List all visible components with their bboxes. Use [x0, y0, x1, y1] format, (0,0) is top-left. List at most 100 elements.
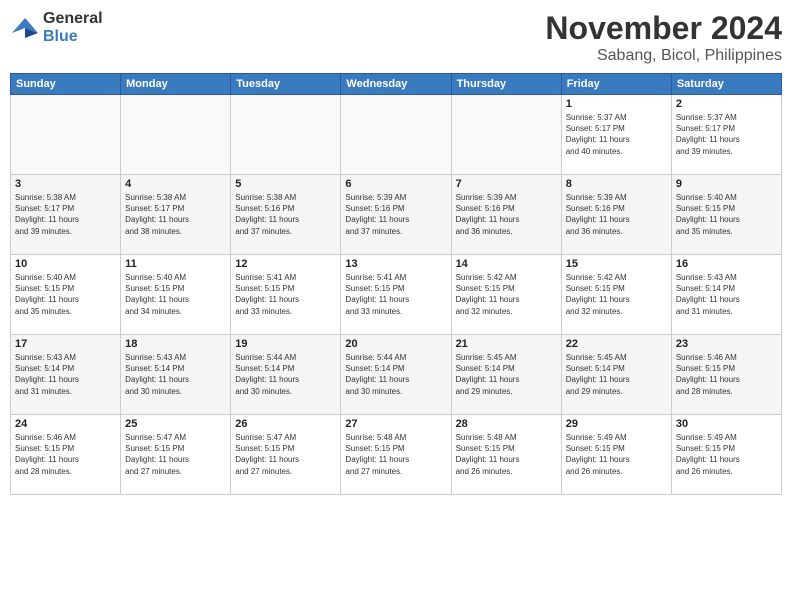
- day-number: 2: [676, 98, 777, 110]
- calendar-week-1: 1 Sunrise: 5:37 AM Sunset: 5:17 PM Daylig…: [11, 95, 782, 175]
- day-number: 18: [125, 338, 226, 350]
- day-detail: Sunrise: 5:46 AM Sunset: 5:15 PM Dayligh…: [15, 432, 116, 477]
- day-number: 5: [235, 178, 336, 190]
- calendar-week-2: 3 Sunrise: 5:38 AM Sunset: 5:17 PM Daylig…: [11, 175, 782, 255]
- day-number: 16: [676, 258, 777, 270]
- calendar-cell: 8 Sunrise: 5:39 AM Sunset: 5:16 PM Daylig…: [561, 175, 671, 255]
- day-detail: Sunrise: 5:46 AM Sunset: 5:15 PM Dayligh…: [676, 352, 777, 397]
- day-number: 14: [456, 258, 557, 270]
- day-detail: Sunrise: 5:48 AM Sunset: 5:15 PM Dayligh…: [345, 432, 446, 477]
- day-number: 11: [125, 258, 226, 270]
- calendar-cell: 6 Sunrise: 5:39 AM Sunset: 5:16 PM Daylig…: [341, 175, 451, 255]
- logo-icon: [10, 13, 40, 43]
- day-detail: Sunrise: 5:40 AM Sunset: 5:15 PM Dayligh…: [125, 272, 226, 317]
- day-number: 8: [566, 178, 667, 190]
- day-detail: Sunrise: 5:45 AM Sunset: 5:14 PM Dayligh…: [456, 352, 557, 397]
- day-detail: Sunrise: 5:48 AM Sunset: 5:15 PM Dayligh…: [456, 432, 557, 477]
- col-friday: Friday: [561, 74, 671, 95]
- calendar: Sunday Monday Tuesday Wednesday Thursday…: [10, 73, 782, 495]
- day-number: 13: [345, 258, 446, 270]
- day-number: 9: [676, 178, 777, 190]
- day-detail: Sunrise: 5:38 AM Sunset: 5:17 PM Dayligh…: [125, 192, 226, 237]
- calendar-cell: 4 Sunrise: 5:38 AM Sunset: 5:17 PM Daylig…: [121, 175, 231, 255]
- day-detail: Sunrise: 5:40 AM Sunset: 5:15 PM Dayligh…: [15, 272, 116, 317]
- calendar-cell: 14 Sunrise: 5:42 AM Sunset: 5:15 PM Dayli…: [451, 255, 561, 335]
- calendar-cell: 2Sunrise: 5:37 AM Sunset: 5:17 PM Daylig…: [671, 95, 781, 175]
- day-number: 1: [566, 98, 667, 110]
- calendar-header-row: Sunday Monday Tuesday Wednesday Thursday…: [11, 74, 782, 95]
- day-number: 22: [566, 338, 667, 350]
- calendar-cell: 17 Sunrise: 5:43 AM Sunset: 5:14 PM Dayli…: [11, 335, 121, 415]
- day-number: 25: [125, 418, 226, 430]
- day-detail: Sunrise: 5:42 AM Sunset: 5:15 PM Dayligh…: [566, 272, 667, 317]
- day-number: 30: [676, 418, 777, 430]
- day-number: 28: [456, 418, 557, 430]
- calendar-cell: 29 Sunrise: 5:49 AM Sunset: 5:15 PM Dayli…: [561, 415, 671, 495]
- calendar-cell: 21 Sunrise: 5:45 AM Sunset: 5:14 PM Dayli…: [451, 335, 561, 415]
- col-tuesday: Tuesday: [231, 74, 341, 95]
- day-detail: Sunrise: 5:39 AM Sunset: 5:16 PM Dayligh…: [566, 192, 667, 237]
- calendar-cell: 26Sunrise: 5:47 AM Sunset: 5:15 PM Dayli…: [231, 415, 341, 495]
- calendar-cell: 28 Sunrise: 5:48 AM Sunset: 5:15 PM Dayli…: [451, 415, 561, 495]
- day-detail: Sunrise: 5:42 AM Sunset: 5:15 PM Dayligh…: [456, 272, 557, 317]
- day-number: 15: [566, 258, 667, 270]
- calendar-cell: 10Sunrise: 5:40 AM Sunset: 5:15 PM Dayli…: [11, 255, 121, 335]
- day-detail: Sunrise: 5:37 AM Sunset: 5:17 PM Dayligh…: [566, 112, 667, 157]
- day-detail: Sunrise: 5:47 AM Sunset: 5:15 PM Dayligh…: [235, 432, 336, 477]
- calendar-week-5: 24 Sunrise: 5:46 AM Sunset: 5:15 PM Dayli…: [11, 415, 782, 495]
- calendar-cell: 24 Sunrise: 5:46 AM Sunset: 5:15 PM Dayli…: [11, 415, 121, 495]
- day-detail: Sunrise: 5:47 AM Sunset: 5:15 PM Dayligh…: [125, 432, 226, 477]
- calendar-cell: 9 Sunrise: 5:40 AM Sunset: 5:15 PM Daylig…: [671, 175, 781, 255]
- calendar-cell: 27 Sunrise: 5:48 AM Sunset: 5:15 PM Dayli…: [341, 415, 451, 495]
- day-number: 23: [676, 338, 777, 350]
- calendar-cell: 18 Sunrise: 5:43 AM Sunset: 5:14 PM Dayli…: [121, 335, 231, 415]
- day-number: 20: [345, 338, 446, 350]
- subtitle: Sabang, Bicol, Philippines: [545, 47, 782, 65]
- day-number: 24: [15, 418, 116, 430]
- calendar-cell: 22Sunrise: 5:45 AM Sunset: 5:14 PM Dayli…: [561, 335, 671, 415]
- calendar-week-3: 10Sunrise: 5:40 AM Sunset: 5:15 PM Dayli…: [11, 255, 782, 335]
- day-number: 4: [125, 178, 226, 190]
- col-monday: Monday: [121, 74, 231, 95]
- calendar-cell: 15 Sunrise: 5:42 AM Sunset: 5:15 PM Dayli…: [561, 255, 671, 335]
- calendar-cell: 20Sunrise: 5:44 AM Sunset: 5:14 PM Dayli…: [341, 335, 451, 415]
- logo-name: General Blue: [10, 10, 103, 46]
- day-number: 17: [15, 338, 116, 350]
- calendar-cell: 3Sunrise: 5:38 AM Sunset: 5:17 PM Daylig…: [11, 175, 121, 255]
- day-detail: Sunrise: 5:39 AM Sunset: 5:16 PM Dayligh…: [345, 192, 446, 237]
- calendar-cell: 11 Sunrise: 5:40 AM Sunset: 5:15 PM Dayli…: [121, 255, 231, 335]
- calendar-cell: [11, 95, 121, 175]
- col-thursday: Thursday: [451, 74, 561, 95]
- calendar-cell: [341, 95, 451, 175]
- calendar-cell: 30 Sunrise: 5:49 AM Sunset: 5:15 PM Dayli…: [671, 415, 781, 495]
- day-detail: Sunrise: 5:49 AM Sunset: 5:15 PM Dayligh…: [566, 432, 667, 477]
- day-number: 29: [566, 418, 667, 430]
- main-title: November 2024: [545, 10, 782, 47]
- day-detail: Sunrise: 5:38 AM Sunset: 5:16 PM Dayligh…: [235, 192, 336, 237]
- day-detail: Sunrise: 5:43 AM Sunset: 5:14 PM Dayligh…: [125, 352, 226, 397]
- title-block: November 2024 Sabang, Bicol, Philippines: [545, 10, 782, 65]
- day-detail: Sunrise: 5:41 AM Sunset: 5:15 PM Dayligh…: [235, 272, 336, 317]
- logo: General Blue: [10, 10, 103, 46]
- col-saturday: Saturday: [671, 74, 781, 95]
- day-detail: Sunrise: 5:41 AM Sunset: 5:15 PM Dayligh…: [345, 272, 446, 317]
- calendar-cell: 13 Sunrise: 5:41 AM Sunset: 5:15 PM Dayli…: [341, 255, 451, 335]
- day-detail: Sunrise: 5:40 AM Sunset: 5:15 PM Dayligh…: [676, 192, 777, 237]
- calendar-cell: 25 Sunrise: 5:47 AM Sunset: 5:15 PM Dayli…: [121, 415, 231, 495]
- calendar-week-4: 17 Sunrise: 5:43 AM Sunset: 5:14 PM Dayli…: [11, 335, 782, 415]
- day-number: 19: [235, 338, 336, 350]
- calendar-cell: 16Sunrise: 5:43 AM Sunset: 5:14 PM Dayli…: [671, 255, 781, 335]
- day-number: 3: [15, 178, 116, 190]
- col-sunday: Sunday: [11, 74, 121, 95]
- calendar-cell: [231, 95, 341, 175]
- day-number: 7: [456, 178, 557, 190]
- col-wednesday: Wednesday: [341, 74, 451, 95]
- calendar-cell: 1 Sunrise: 5:37 AM Sunset: 5:17 PM Daylig…: [561, 95, 671, 175]
- day-number: 12: [235, 258, 336, 270]
- day-detail: Sunrise: 5:49 AM Sunset: 5:15 PM Dayligh…: [676, 432, 777, 477]
- day-number: 27: [345, 418, 446, 430]
- calendar-cell: 7Sunrise: 5:39 AM Sunset: 5:16 PM Daylig…: [451, 175, 561, 255]
- day-detail: Sunrise: 5:43 AM Sunset: 5:14 PM Dayligh…: [15, 352, 116, 397]
- day-number: 21: [456, 338, 557, 350]
- day-number: 6: [345, 178, 446, 190]
